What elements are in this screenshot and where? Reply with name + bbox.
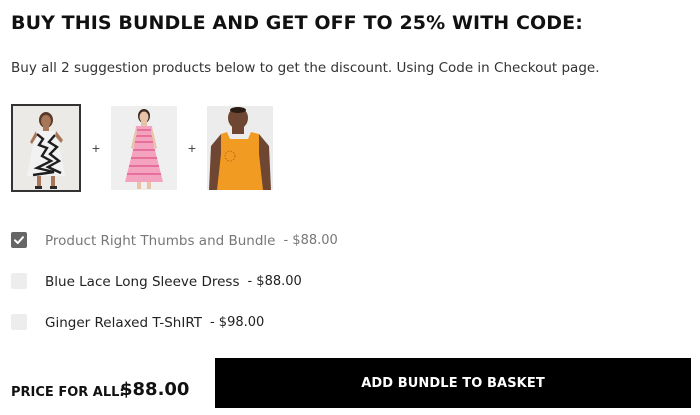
product-image-orange-tank	[207, 106, 273, 190]
product-thumbnail-2[interactable]	[111, 106, 177, 190]
product-image-pink-dress	[111, 106, 177, 190]
bundle-item-checkbox[interactable]	[11, 313, 27, 330]
total-price-value: $88.00	[120, 379, 190, 400]
bundle-item-name: Ginger Relaxed T-ShIRT	[45, 314, 202, 331]
bundle-item-checkbox[interactable]	[11, 272, 27, 289]
bundle-item-checkbox[interactable]	[11, 231, 27, 248]
product-thumbnail-1[interactable]	[11, 104, 81, 192]
product-image-patterned-dress	[13, 106, 79, 190]
bundle-item-1[interactable]: Product Right Thumbs and Bundle - $88.00	[11, 220, 511, 261]
thumbnail-separator: +	[187, 141, 197, 155]
bundle-title: BUY THIS BUNDLE AND GET OFF TO 25% WITH …	[11, 12, 583, 34]
bundle-item-price: - $88.00	[283, 233, 338, 248]
checkmark-icon	[14, 235, 24, 244]
bundle-item-price: - $88.00	[247, 274, 302, 289]
product-thumbnails: + +	[11, 104, 273, 192]
product-thumbnail-3[interactable]	[207, 106, 273, 190]
thumbnail-separator: +	[91, 141, 101, 155]
bundle-description: Buy all 2 suggestion products below to g…	[11, 60, 600, 76]
add-bundle-to-basket-button[interactable]: ADD BUNDLE TO BASKET	[215, 358, 691, 408]
bundle-item-name: Blue Lace Long Sleeve Dress	[45, 273, 240, 290]
total-price-label: PRICE FOR ALL:	[11, 385, 125, 400]
bundle-product-list: Product Right Thumbs and Bundle - $88.00…	[11, 220, 511, 343]
bundle-item-3[interactable]: Ginger Relaxed T-ShIRT - $98.00	[11, 302, 511, 343]
bundle-item-price: - $98.00	[209, 315, 265, 330]
bundle-item-2[interactable]: Blue Lace Long Sleeve Dress - $88.00	[11, 261, 511, 302]
bundle-item-name: Product Right Thumbs and Bundle	[45, 232, 276, 249]
